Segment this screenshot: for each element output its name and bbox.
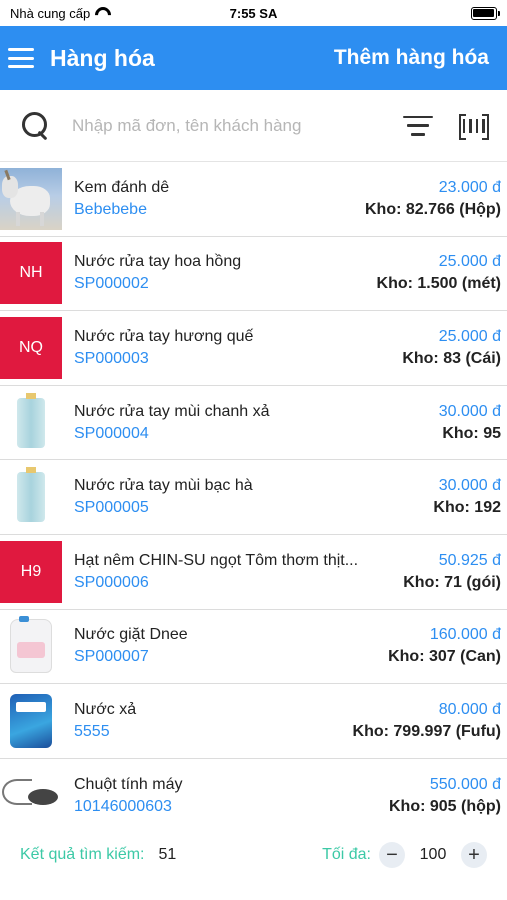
product-image (0, 391, 62, 454)
product-name: Chuột tính máy (74, 776, 183, 794)
product-stock: Kho: 799.997 (Fufu) (352, 722, 501, 740)
product-code: SP000006 (74, 573, 149, 591)
result-label: Kết quả tìm kiếm: (20, 846, 145, 863)
result-count: 51 (158, 846, 177, 863)
product-initials: H9 (0, 540, 62, 603)
search-input[interactable] (72, 115, 391, 136)
product-name: Nước rửa tay hoa hồng (74, 253, 242, 271)
product-code: Bebebebe (74, 200, 147, 218)
search-icon[interactable] (22, 111, 50, 140)
product-code: SP000003 (74, 349, 149, 367)
product-code: SP000004 (74, 424, 149, 442)
increase-button[interactable]: + (461, 842, 487, 868)
product-meta: 23.000 đ Kho: 82.766 (Hộp) (357, 179, 507, 219)
product-price: 80.000 đ (438, 700, 501, 718)
product-meta: 25.000 đ Kho: 83 (Cái) (394, 328, 507, 368)
add-product-button[interactable]: Thêm hàng hóa (334, 46, 489, 70)
product-stock: Kho: 905 (hộp) (389, 798, 501, 816)
product-meta: 30.000 đ Kho: 192 (425, 477, 507, 517)
product-row[interactable]: Nước giặt Dnee SP000007 160.000 đ Kho: 3… (0, 610, 507, 685)
product-row[interactable]: Chuột tính máy 10146000603 550.000 đ Kho… (0, 759, 507, 834)
product-price: 50.925 đ (438, 551, 501, 569)
product-image (0, 466, 62, 529)
product-initials: NH (0, 242, 62, 305)
product-list: Kem đánh dê Bebebebe 23.000 đ Kho: 82.76… (0, 162, 507, 833)
header-left: Hàng hóa (6, 45, 155, 72)
product-stock: Kho: 192 (433, 499, 501, 517)
product-price: 30.000 đ (438, 402, 501, 420)
product-row[interactable]: NH Nước rửa tay hoa hồng SP000002 25.000… (0, 237, 507, 312)
product-row[interactable]: Kem đánh dê Bebebebe 23.000 đ Kho: 82.76… (0, 162, 507, 237)
product-row[interactable]: Nước rửa tay mùi bạc hà SP000005 30.000 … (0, 460, 507, 535)
product-initials: NQ (0, 316, 62, 379)
product-code: 5555 (74, 722, 110, 740)
product-info: Nước rửa tay hương quế SP000003 (62, 328, 394, 368)
product-name: Hạt nêm CHIN-SU ngọt Tôm thơm thịt... (74, 551, 359, 569)
status-bar: Nhà cung cấp 7:55 SA (0, 0, 507, 26)
product-stock: Kho: 95 (442, 424, 501, 442)
product-code: 10146000603 (74, 798, 172, 816)
battery-icon (470, 6, 500, 20)
product-meta: 550.000 đ Kho: 905 (hộp) (381, 776, 507, 816)
status-right (337, 6, 500, 20)
page-title: Hàng hóa (50, 44, 155, 71)
product-info: Nước rửa tay hoa hồng SP000002 (62, 253, 369, 293)
max-results-stepper: Tối đa: − 100 + (322, 842, 487, 868)
product-name: Nước rửa tay hương quế (74, 327, 254, 345)
product-info: Nước rửa tay mùi chanh xả SP000004 (62, 403, 431, 443)
product-price: 25.000 đ (438, 327, 501, 345)
product-row[interactable]: Nước rửa tay mùi chanh xả SP000004 30.00… (0, 386, 507, 461)
wifi-icon (95, 7, 111, 19)
product-stock: Kho: 307 (Can) (388, 648, 501, 666)
product-info: Nước rửa tay mùi bạc hà SP000005 (62, 477, 425, 517)
product-price: 160.000 đ (429, 626, 501, 644)
product-name: Nước xả (74, 700, 137, 718)
product-price: 30.000 đ (438, 477, 501, 495)
product-stock: Kho: 82.766 (Hộp) (364, 200, 501, 218)
app-header: Hàng hóa Thêm hàng hóa (0, 26, 507, 90)
list-footer: Kết quả tìm kiếm: 51 Tối đa: − 100 + (0, 824, 507, 900)
product-price: 23.000 đ (438, 178, 501, 196)
product-stock: Kho: 1.500 (mét) (376, 275, 501, 293)
product-price: 550.000 đ (429, 776, 501, 794)
max-label: Tối đa: (322, 846, 371, 863)
status-left: Nhà cung cấp (10, 6, 170, 21)
product-meta: 30.000 đ Kho: 95 (431, 403, 507, 443)
product-row[interactable]: Nước xả 5555 80.000 đ Kho: 799.997 (Fufu… (0, 684, 507, 759)
product-name: Nước giặt Dnee (74, 626, 188, 644)
product-stock: Kho: 83 (Cái) (402, 349, 501, 367)
product-price: 25.000 đ (438, 253, 501, 271)
product-meta: 25.000 đ Kho: 1.500 (mét) (369, 253, 507, 293)
product-image (0, 167, 62, 230)
barcode-scan-icon[interactable] (459, 113, 489, 140)
product-image (0, 615, 62, 678)
product-code: SP000007 (74, 648, 149, 666)
product-info: Nước xả 5555 (62, 701, 345, 741)
decrease-button[interactable]: − (379, 842, 405, 868)
search-result-summary: Kết quả tìm kiếm: 51 (20, 846, 176, 864)
product-image (0, 765, 62, 828)
product-info: Chuột tính máy 10146000603 (62, 776, 381, 816)
max-value: 100 (419, 846, 447, 863)
product-name: Nước rửa tay mùi bạc hà (74, 477, 253, 495)
product-name: Kem đánh dê (74, 178, 170, 196)
status-time: 7:55 SA (229, 5, 278, 21)
product-info: Hạt nêm CHIN-SU ngọt Tôm thơm thịt... SP… (62, 552, 395, 592)
product-meta: 160.000 đ Kho: 307 (Can) (380, 626, 507, 666)
search-bar (0, 90, 507, 162)
product-row[interactable]: H9 Hạt nêm CHIN-SU ngọt Tôm thơm thịt...… (0, 535, 507, 610)
product-stock: Kho: 71 (gói) (403, 573, 501, 591)
product-row[interactable]: NQ Nước rửa tay hương quế SP000003 25.00… (0, 311, 507, 386)
product-image (0, 689, 62, 752)
product-info: Nước giặt Dnee SP000007 (62, 626, 380, 666)
product-meta: 50.925 đ Kho: 71 (gói) (395, 552, 507, 592)
product-info: Kem đánh dê Bebebebe (62, 179, 357, 219)
product-code: SP000002 (74, 275, 149, 293)
filter-icon[interactable] (403, 115, 433, 136)
product-name: Nước rửa tay mùi chanh xả (74, 402, 270, 420)
product-code: SP000005 (74, 499, 149, 517)
product-meta: 80.000 đ Kho: 799.997 (Fufu) (345, 701, 507, 741)
hamburger-menu-icon[interactable] (8, 48, 34, 68)
carrier-label: Nhà cung cấp (10, 5, 91, 21)
